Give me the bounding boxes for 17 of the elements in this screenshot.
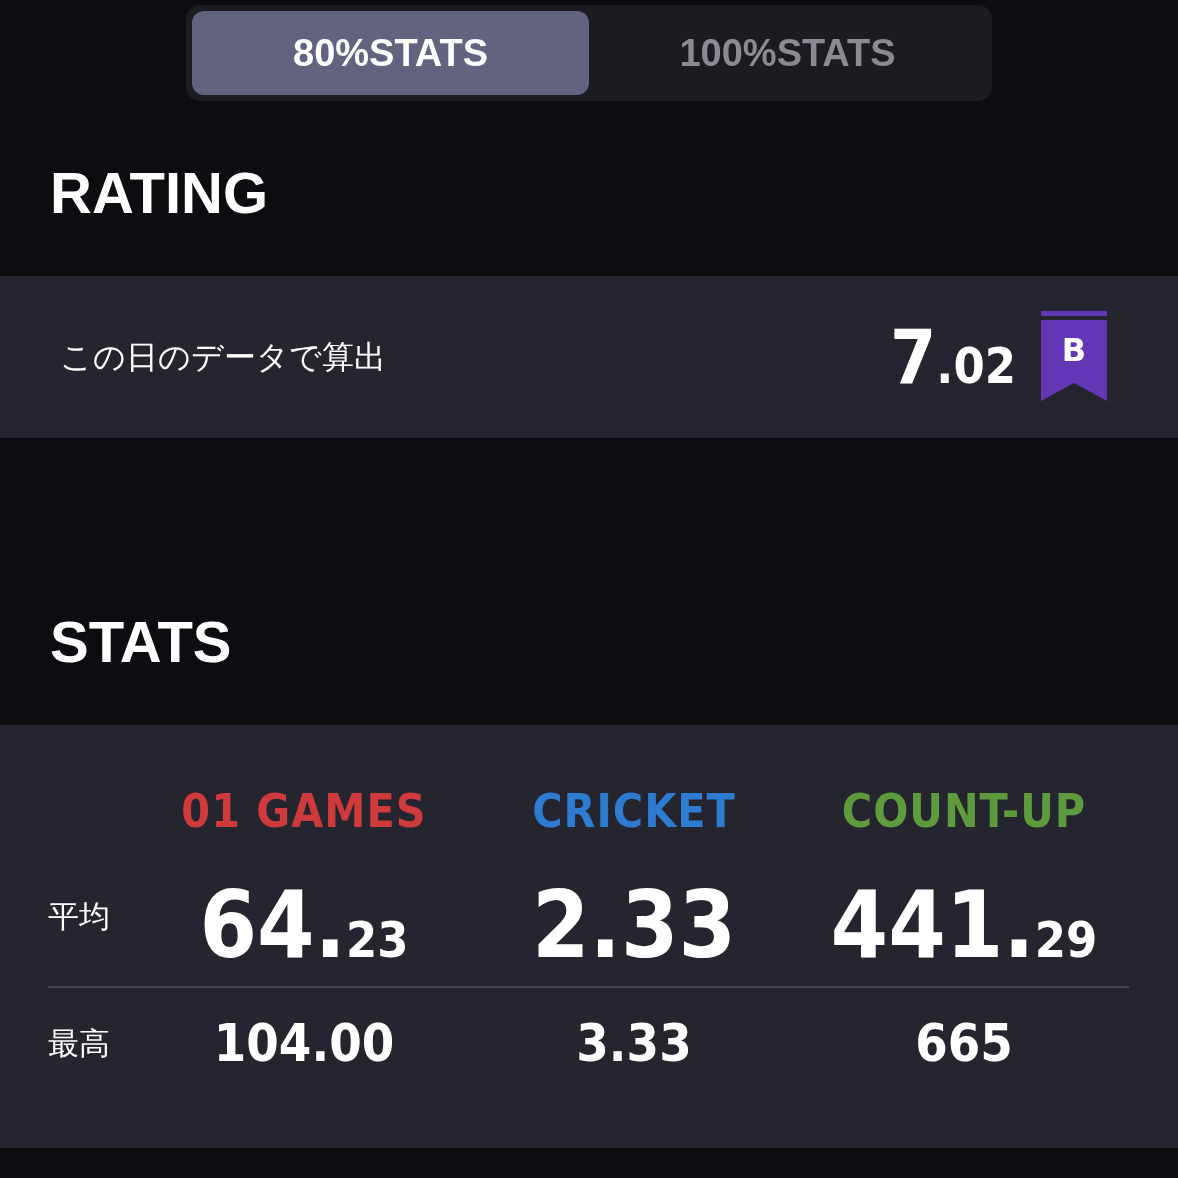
row-label: 平均 [48, 896, 111, 936]
tab[interactable]: 100%STATS [589, 11, 986, 95]
rating-note: この日のデータで算出 [60, 337, 386, 378]
section-heading: STATS [49, 608, 233, 675]
stat-value: 2.33 [531, 880, 737, 972]
stat-value: 665 [915, 1012, 1013, 1075]
game-heading: COUNT-UP [840, 783, 1088, 840]
rating-value: 7.02 [890, 320, 1016, 394]
section-heading: RATING [49, 159, 269, 226]
row-label: 最高 [48, 1023, 111, 1063]
stat-value: 104.00 [213, 1012, 395, 1075]
stat-value: 441.29 [830, 880, 1098, 972]
game-heading: CRICKET [531, 783, 737, 840]
game-heading: 01 GAMES [180, 783, 428, 840]
tab[interactable]: 80%STATS [192, 11, 589, 95]
stat-value: 3.33 [576, 1012, 692, 1075]
stat-value: 64.23 [199, 880, 409, 972]
